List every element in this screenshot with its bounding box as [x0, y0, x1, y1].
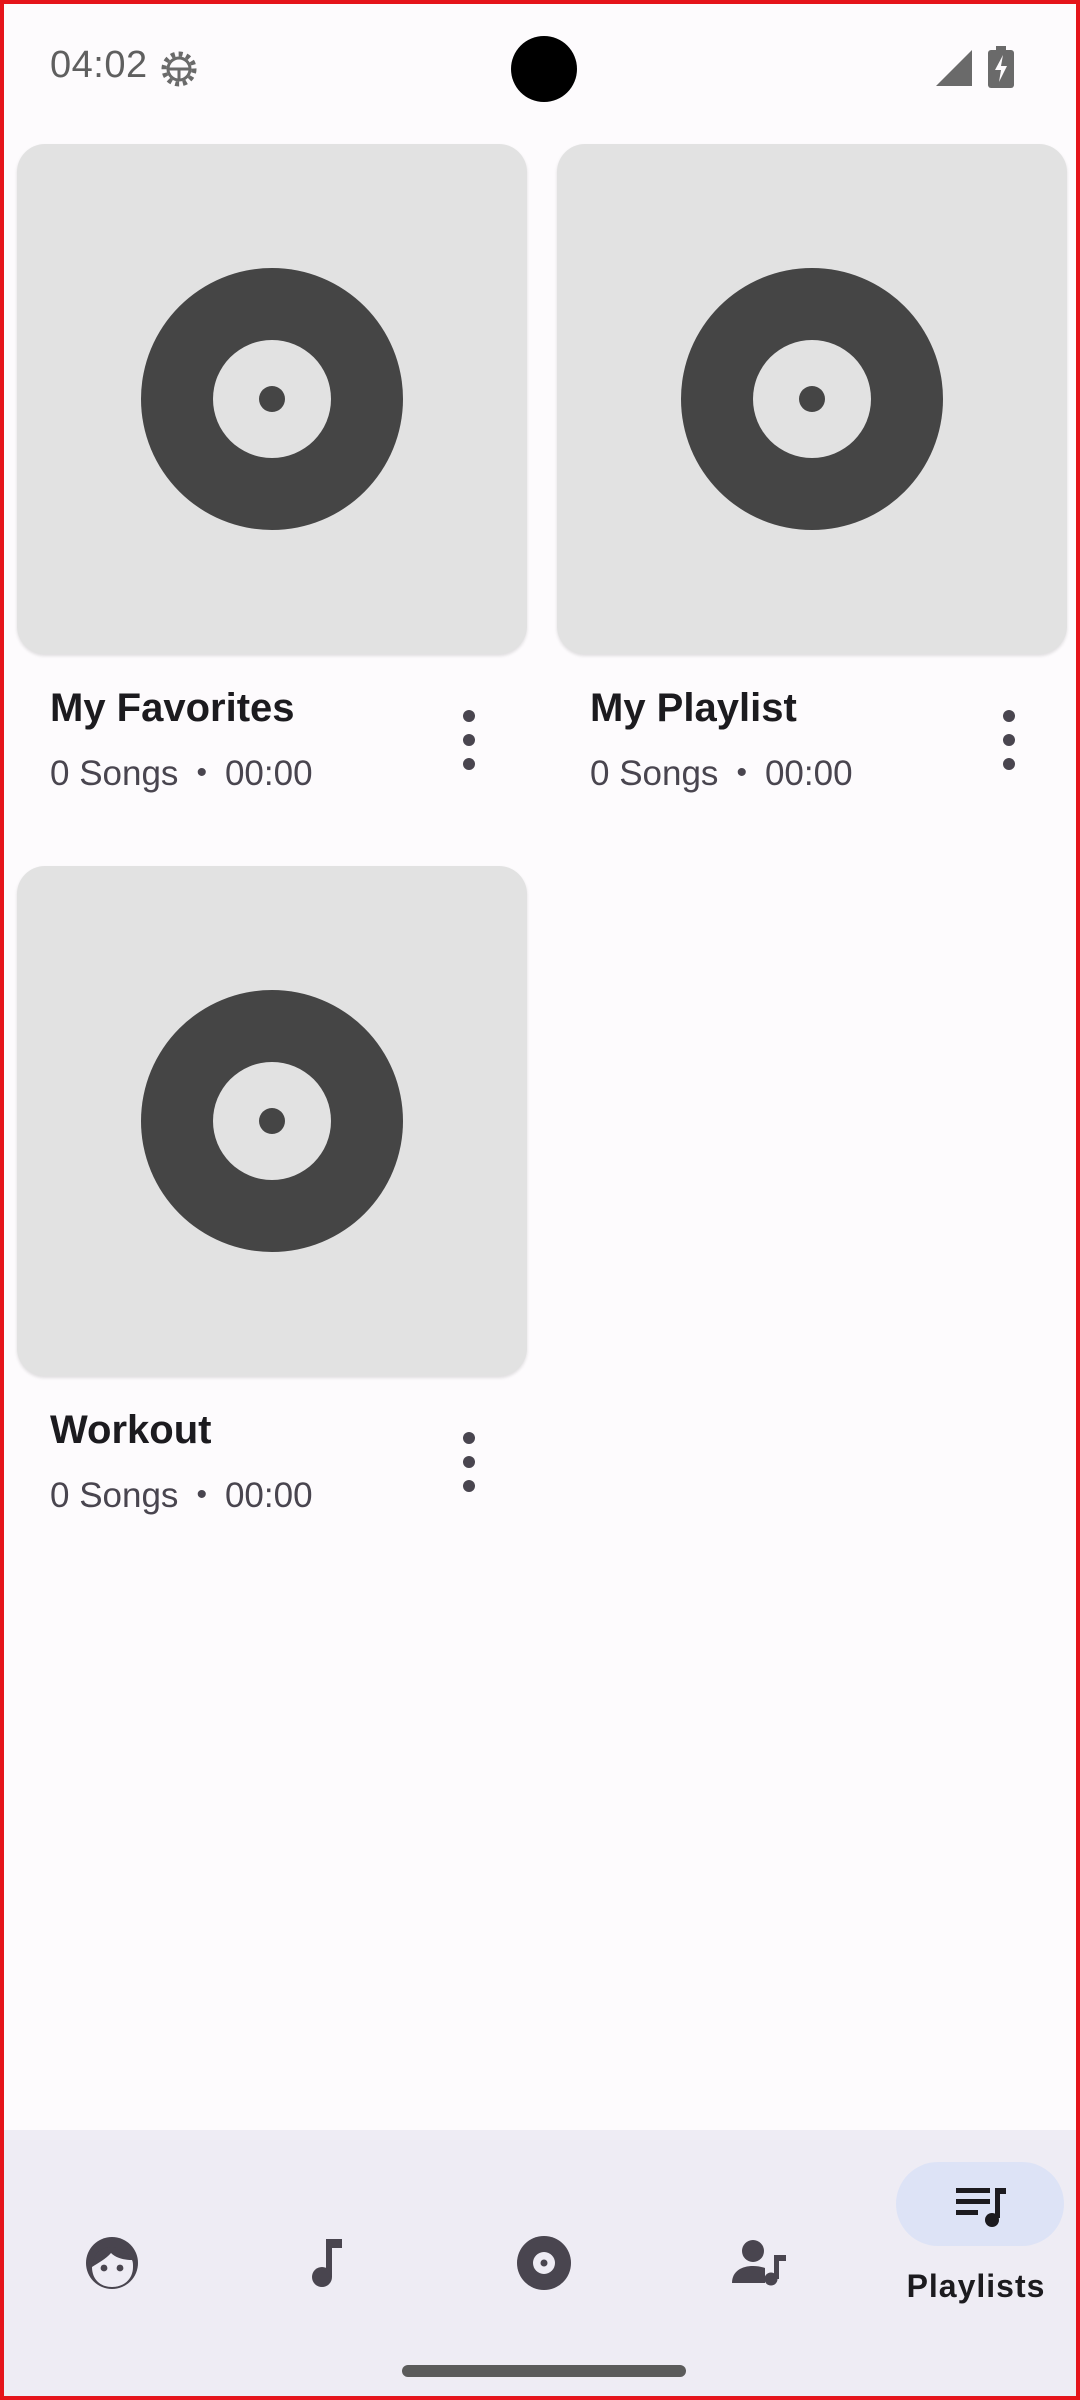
screen: 04:02 My Favorites 0 Songs • 00:00 My Pl…: [0, 0, 1080, 2400]
playlist-meta: 0 Songs • 00:00: [590, 754, 853, 794]
album-placeholder-icon: [141, 990, 403, 1252]
album-placeholder-icon: [681, 268, 943, 530]
more-options-icon[interactable]: [441, 1426, 497, 1498]
bottom-navigation: Playlists: [4, 2130, 1076, 2396]
status-bar: 04:02: [4, 4, 1076, 134]
meta-separator: •: [736, 756, 747, 789]
nav-item-albums[interactable]: [436, 2130, 652, 2330]
home-indicator[interactable]: [402, 2365, 686, 2377]
album-icon: [517, 2236, 571, 2290]
playlist-title: Workout: [50, 1408, 212, 1452]
playlist-artwork[interactable]: [17, 144, 527, 654]
artist-icon: [732, 2240, 786, 2286]
nav-item-artists[interactable]: [652, 2130, 868, 2330]
playlist-duration: 00:00: [764, 754, 853, 793]
nav-item-for-you[interactable]: [4, 2130, 220, 2330]
status-time: 04:02: [50, 44, 148, 86]
meta-separator: •: [196, 1478, 207, 1511]
signal-icon: [936, 50, 972, 86]
face-icon: [86, 2237, 138, 2289]
camera-cutout: [511, 36, 577, 102]
playlist-duration: 00:00: [224, 1476, 313, 1515]
settings-gear-icon: [161, 51, 197, 87]
album-placeholder-icon: [141, 268, 403, 530]
playlist-meta: 0 Songs • 00:00: [50, 1476, 313, 1516]
more-options-icon[interactable]: [981, 704, 1037, 776]
battery-charging-icon: [988, 46, 1014, 88]
more-options-icon[interactable]: [441, 704, 497, 776]
playlist-meta: 0 Songs • 00:00: [50, 754, 313, 794]
nav-label-playlists: Playlists: [906, 2268, 1046, 2304]
song-count: 0 Songs: [590, 754, 719, 793]
nav-item-songs[interactable]: [220, 2130, 436, 2330]
playlist-artwork[interactable]: [17, 866, 527, 1376]
song-count: 0 Songs: [50, 754, 179, 793]
playlist-icon: [956, 2188, 1006, 2227]
playlist-title: My Favorites: [50, 686, 295, 730]
meta-separator: •: [196, 756, 207, 789]
song-count: 0 Songs: [50, 1476, 179, 1515]
playlist-artwork[interactable]: [557, 144, 1067, 654]
nav-item-playlists[interactable]: Playlists: [868, 2130, 1076, 2330]
playlist-title: My Playlist: [590, 686, 797, 730]
music-note-icon: [312, 2239, 342, 2287]
playlist-duration: 00:00: [224, 754, 313, 793]
